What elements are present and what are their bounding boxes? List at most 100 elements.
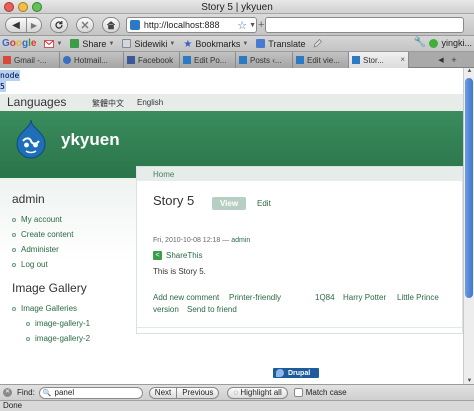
tag-1q84-link[interactable]: 1Q84: [315, 293, 335, 302]
tab-view[interactable]: View: [212, 197, 246, 210]
drupal-logo-icon[interactable]: [14, 119, 48, 159]
tab-facebook[interactable]: Facebook: [124, 52, 180, 68]
sidebar-item-label: Create content: [21, 230, 74, 239]
home-button[interactable]: [102, 17, 120, 33]
breadcrumb: Home: [137, 167, 462, 181]
sidebar-item-create-content[interactable]: Create content: [12, 227, 132, 242]
sidewiki-label: Sidewiki: [134, 38, 168, 49]
user-block-title: admin: [12, 192, 45, 206]
close-tab-icon[interactable]: ×: [400, 55, 405, 64]
translate-label: Translate: [268, 38, 306, 49]
send-to-friend-link[interactable]: Send to friend: [187, 305, 237, 314]
new-tab-button[interactable]: +: [448, 52, 460, 68]
printer-friendly-version-link[interactable]: version: [153, 305, 179, 314]
tag-harry-potter-link[interactable]: Harry Potter: [343, 293, 386, 302]
site-name[interactable]: ykyuen: [61, 130, 120, 150]
sidebar-item-image-gallery-1[interactable]: image-gallery-1: [12, 316, 132, 331]
language-link-english[interactable]: English: [137, 98, 163, 107]
page-viewport: node 5 Languages 繁體中文 English ykyuen adm…: [0, 68, 463, 384]
pencil-icon: [313, 39, 323, 48]
bullet-icon: [12, 217, 16, 222]
address-bar[interactable]: http://localhost:888 ☆ ▼: [126, 17, 257, 33]
tab-edit-view[interactable]: Edit vie...: [293, 52, 349, 68]
sidebar-item-label: Log out: [21, 260, 48, 269]
page-scrollbar[interactable]: ▲ ▼: [463, 68, 474, 384]
page-title: Story 5: [153, 193, 195, 208]
tab-edit-post[interactable]: Edit Po...: [180, 52, 236, 68]
account-label[interactable]: yingki...: [441, 38, 472, 48]
tab-hotmail[interactable]: Hotmail...: [60, 52, 124, 68]
tab-scroll-left-button[interactable]: ◀: [435, 52, 447, 68]
tab-label: Gmail -...: [14, 55, 47, 65]
selected-text-line: node: [0, 70, 21, 81]
find-label: Find:: [17, 388, 35, 397]
back-button[interactable]: ◀: [5, 17, 27, 33]
reload-button[interactable]: [50, 17, 68, 33]
match-case-label[interactable]: Match case: [306, 388, 347, 397]
chevron-down-icon: ▼: [108, 40, 115, 47]
close-find-bar-icon[interactable]: ✕: [3, 388, 12, 397]
language-switcher: Languages 繁體中文 English: [0, 94, 463, 111]
wrench-icon[interactable]: 🔧: [413, 38, 425, 48]
sharethis-button[interactable]: < ShareThis: [153, 251, 202, 260]
translate-icon: [256, 39, 266, 48]
chevron-down-icon: ▼: [169, 40, 176, 47]
stop-icon: [81, 21, 89, 29]
search-icon: 🔍: [42, 389, 52, 397]
google-toolbar: Google ▼ Share ▼ Sidewiki ▼ ★ Bookmarks …: [0, 36, 474, 52]
bookmarks-toolbar-button[interactable]: ★ Bookmarks ▼: [183, 39, 248, 51]
language-link-chinese[interactable]: 繁體中文: [92, 98, 124, 109]
google-logo[interactable]: Google: [2, 38, 36, 49]
forward-arrow-icon: ▶: [30, 20, 38, 30]
powered-by-label: Drupal: [288, 369, 311, 377]
pencil-toolbar-button[interactable]: [313, 39, 323, 48]
highlight-all-button[interactable]: ◌ Highlight all: [227, 386, 288, 399]
reload-icon: [55, 21, 63, 29]
add-toolbar-item-icon[interactable]: +: [258, 19, 264, 31]
find-input-value[interactable]: panel: [55, 388, 75, 397]
status-bar: Done: [0, 400, 474, 411]
history-dropdown-icon[interactable]: ▼: [249, 22, 256, 29]
tab-posts[interactable]: Posts ‹...: [236, 52, 293, 68]
tab-label: Edit Po...: [194, 55, 227, 65]
share-toolbar-button[interactable]: Share ▼: [70, 39, 114, 49]
sidebar-item-image-gallery-2[interactable]: image-gallery-2: [12, 331, 132, 346]
bullet-icon: [12, 262, 16, 267]
find-input[interactable]: 🔍 panel: [38, 386, 143, 399]
sidebar-item-log-out[interactable]: Log out: [12, 257, 132, 272]
translate-toolbar-button[interactable]: Translate: [256, 39, 305, 49]
tab-story-5[interactable]: Stor... ×: [349, 52, 409, 68]
share-label: Share: [82, 38, 107, 49]
tab-gmail[interactable]: Gmail -...: [0, 52, 60, 68]
site-identity-icon[interactable]: [130, 20, 140, 30]
author-link[interactable]: admin: [231, 237, 250, 244]
gmail-toolbar-button[interactable]: ▼: [44, 39, 62, 48]
scroll-up-icon[interactable]: ▲: [465, 68, 474, 74]
breadcrumb-home-link[interactable]: Home: [153, 170, 174, 179]
main-content: Home Story 5 View Edit Fri, 2010-10-08 1…: [136, 166, 463, 334]
find-next-button[interactable]: Next: [148, 386, 178, 399]
address-url[interactable]: http://localhost:888: [144, 20, 235, 30]
sidewiki-toolbar-button[interactable]: Sidewiki ▼: [122, 39, 175, 49]
powered-by-drupal-badge[interactable]: Drupal: [273, 368, 319, 378]
printer-friendly-link[interactable]: Printer-friendly: [229, 293, 281, 302]
sidebar-item-image-galleries[interactable]: Image Galleries: [12, 301, 132, 316]
scrollbar-thumb[interactable]: [465, 78, 473, 298]
bullet-icon: [12, 232, 16, 237]
sidebar-item-administer[interactable]: Administer: [12, 242, 132, 257]
bullet-icon: [12, 247, 16, 252]
tag-little-prince-link[interactable]: Little Prince: [397, 293, 439, 302]
sidebar-item-my-account[interactable]: My account: [12, 212, 132, 227]
forward-button[interactable]: ▶: [26, 17, 42, 33]
tab-edit[interactable]: Edit: [257, 199, 271, 208]
search-input[interactable]: [265, 17, 464, 33]
selected-text-line: 5: [0, 81, 6, 92]
facebook-favicon-icon: [127, 56, 135, 64]
match-case-checkbox[interactable]: [293, 388, 303, 397]
bookmark-star-icon[interactable]: ☆: [237, 19, 247, 32]
bullet-icon: [26, 321, 30, 326]
find-previous-button[interactable]: Previous: [176, 386, 220, 399]
add-comment-link[interactable]: Add new comment: [153, 293, 219, 302]
stop-button[interactable]: [76, 17, 94, 33]
gmail-favicon-icon: [3, 56, 11, 64]
